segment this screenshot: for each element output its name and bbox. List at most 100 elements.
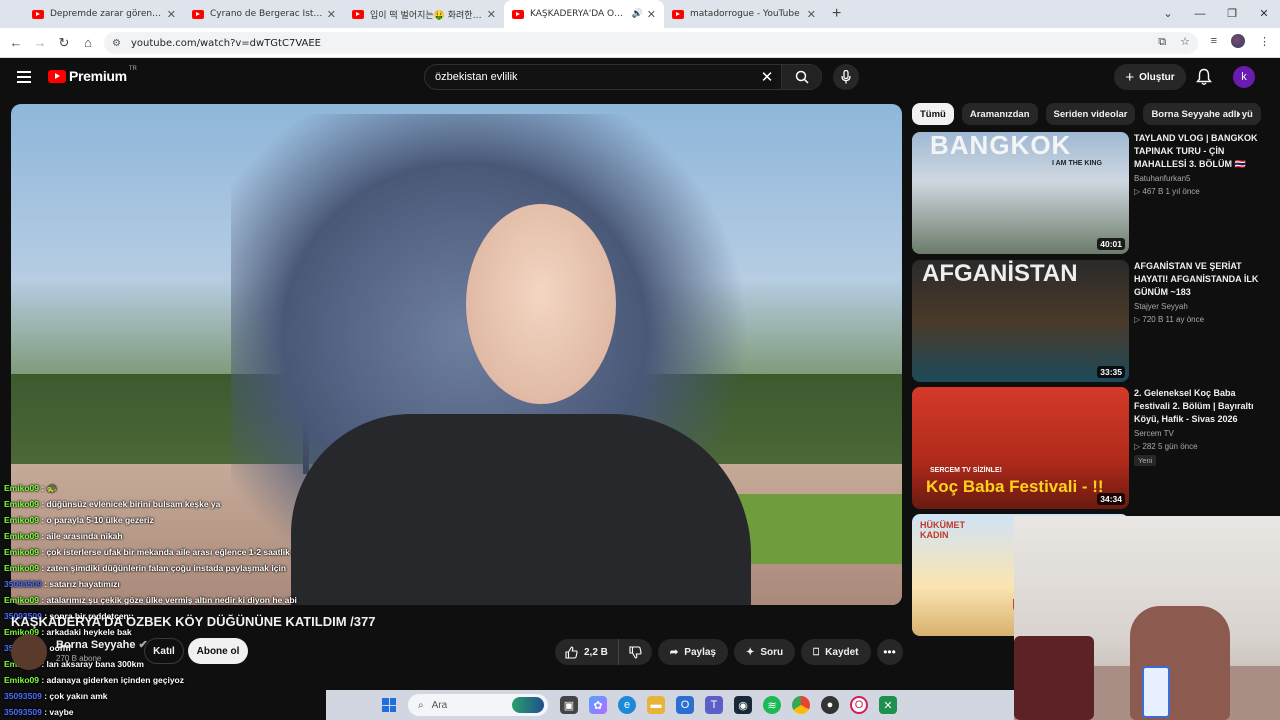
spotify-icon[interactable]: ≋ xyxy=(763,696,781,714)
chat-username: Emiko09 xyxy=(4,547,39,557)
reload-icon[interactable]: ↻ xyxy=(52,35,76,51)
chat-username: Emiko09 xyxy=(4,499,39,509)
minimize-button[interactable]: — xyxy=(1184,0,1216,28)
recommended-video-meta: ▷ 720 B 11 ay önce xyxy=(1134,315,1205,324)
bookmark-star-icon[interactable]: ☆ xyxy=(1180,35,1190,49)
recommended-video-title[interactable]: TAYLAND VLOG | BANGKOK TAPINAK TURU - Çİ… xyxy=(1134,132,1264,171)
maximize-button[interactable]: ❐ xyxy=(1216,0,1248,28)
opera-icon[interactable]: O xyxy=(850,696,868,714)
filter-chip[interactable]: Borna Seyyahe adlı yü xyxy=(1143,103,1261,125)
taskbar-search[interactable]: ⌕ Ara xyxy=(408,694,548,716)
account-avatar[interactable]: k xyxy=(1233,66,1255,88)
youtube-header: Premium TR özbekistan evlilik ✕ + Oluştu… xyxy=(0,58,1280,98)
tab-close-icon[interactable]: ✕ xyxy=(327,8,336,21)
tab-close-icon[interactable]: ✕ xyxy=(487,8,496,21)
subscribe-button[interactable]: Abone ol xyxy=(188,638,248,664)
video-thumbnail[interactable]: BANGKOK I AM THE KING 40:01 xyxy=(912,132,1129,254)
voice-search-button[interactable] xyxy=(833,64,859,90)
windows-start-icon[interactable] xyxy=(382,698,396,712)
chevron-right-icon[interactable]: › xyxy=(1236,105,1241,121)
browser-tab[interactable]: Cyrano de Bergerac İstemem El... ✕ xyxy=(184,0,344,28)
tab-audio-icon[interactable]: 🔊 xyxy=(632,9,643,19)
edge-icon[interactable]: e xyxy=(618,696,636,714)
share-button[interactable]: ➦ Paylaş xyxy=(657,639,728,665)
menu-icon[interactable] xyxy=(17,71,31,87)
dislike-button[interactable] xyxy=(619,639,652,665)
window-controls: ⌄ — ❐ ✕ xyxy=(1152,0,1280,28)
recommended-video-title[interactable]: 2. Geleneksel Koç Baba Festivali 2. Bölü… xyxy=(1134,387,1264,426)
filter-chip[interactable]: Aramanızdan xyxy=(961,103,1038,125)
video-thumbnail[interactable]: Koç Baba Festivali - !! SERCEM TV SİZİNLE… xyxy=(912,387,1129,509)
copilot-icon[interactable]: ✿ xyxy=(589,696,607,714)
recommended-channel-name[interactable]: Sercem TV xyxy=(1134,429,1174,438)
app-icon[interactable]: ● xyxy=(821,696,839,714)
browser-tab[interactable]: matadorrogue - YouTube ✕ xyxy=(664,0,824,28)
browser-tab[interactable]: 입이 떡 벌어지는🤑 화려한 기... ✕ xyxy=(344,0,504,28)
file-explorer-icon[interactable]: ▬ xyxy=(647,696,665,714)
join-button[interactable]: Katıl xyxy=(144,638,184,664)
search-highlight-icon xyxy=(512,697,544,713)
recommended-video[interactable]: AFGANİSTAN 33:35 AFGANİSTAN VE ŞERİAT HAYA… xyxy=(912,260,1272,382)
search-button[interactable] xyxy=(781,65,821,89)
notifications-bell-icon[interactable] xyxy=(1196,68,1212,91)
chat-username: Emiko09 xyxy=(4,563,39,573)
tab-close-icon[interactable]: ✕ xyxy=(167,8,176,21)
ask-button[interactable]: ✦ Soru xyxy=(734,639,796,665)
browser-tab[interactable]: KAŞKADERYA'DA ÖZBEK KÖ🔊 ✕ xyxy=(504,0,664,28)
install-icon[interactable]: ⧉ xyxy=(1158,35,1166,49)
video-thumbnail[interactable]: AFGANİSTAN 33:35 xyxy=(912,260,1129,382)
like-count: 2,2 B xyxy=(584,646,608,658)
recommended-video-title[interactable]: AFGANİSTAN VE ŞERİAT HAYATI! AFGANİSTAND… xyxy=(1134,260,1264,299)
home-icon[interactable]: ⌂ xyxy=(76,35,100,50)
new-tab-button[interactable]: + xyxy=(832,5,841,23)
recommended-channel-name[interactable]: Batuhanfurkan5 xyxy=(1134,174,1191,183)
subscriber-count: 270 B abone xyxy=(56,654,102,663)
chat-text: : çok yakın amk xyxy=(44,691,108,701)
chrome-icon[interactable] xyxy=(792,696,810,714)
logo-text: Premium xyxy=(69,68,127,84)
tab-close-icon[interactable]: ✕ xyxy=(807,8,816,21)
browser-tab[interactable]: Depremde zarar gören okulun ... ✕ xyxy=(24,0,184,28)
browser-menu-icon[interactable]: ⋮ xyxy=(1259,35,1270,48)
chat-text: : adanaya giderken içinden geçiyoz xyxy=(41,675,185,685)
thumbnail-subtext: SERCEM TV SİZİNLE! xyxy=(930,467,1002,474)
chat-message: Emiko09 : atalarımız şu çekik göze ülke … xyxy=(0,592,330,608)
recommended-channel-name[interactable]: Stajyer Seyyah xyxy=(1134,302,1188,311)
site-info-icon[interactable]: ⚙ xyxy=(112,38,121,49)
search-input[interactable]: özbekistan evlilik xyxy=(425,71,753,83)
profile-avatar[interactable] xyxy=(1231,34,1245,48)
video-duration: 33:35 xyxy=(1097,366,1125,378)
more-actions-icon[interactable]: ••• xyxy=(876,639,903,665)
task-view-icon[interactable]: ▣ xyxy=(560,696,578,714)
chat-text: : satarız hayatımızı xyxy=(44,579,120,589)
tab-search-icon[interactable]: ⌄ xyxy=(1152,0,1184,28)
like-dislike-group: 2,2 B xyxy=(555,639,652,665)
recommended-video[interactable]: BANGKOK I AM THE KING 40:01 TAYLAND VLOG | … xyxy=(912,132,1272,254)
channel-avatar[interactable] xyxy=(11,634,47,670)
address-bar-row: ← → ↻ ⌂ ⚙ youtube.com/watch?v=dwTGtC7VAE… xyxy=(0,28,1280,58)
xbox-icon[interactable]: ✕ xyxy=(879,696,897,714)
tab-close-icon[interactable]: ✕ xyxy=(647,8,656,21)
chat-text: : çok isterlerse ufak bir mekanda aile a… xyxy=(41,547,290,557)
clear-search-icon[interactable]: ✕ xyxy=(753,68,781,86)
search-icon: ⌕ xyxy=(418,699,424,711)
close-window-button[interactable]: ✕ xyxy=(1248,0,1280,28)
search-icon xyxy=(795,70,809,84)
steam-icon[interactable]: ◉ xyxy=(734,696,752,714)
filter-chip[interactable]: Tümü xyxy=(912,103,954,125)
recommended-video[interactable]: Koç Baba Festivali - !! SERCEM TV SİZİNLE… xyxy=(912,387,1272,509)
teams-icon[interactable]: T xyxy=(705,696,723,714)
back-icon[interactable]: ← xyxy=(4,35,28,50)
youtube-logo[interactable]: Premium TR xyxy=(48,66,137,84)
create-button[interactable]: + Oluştur xyxy=(1114,64,1186,90)
chat-message: Emiko09 : zaten şimdiki düğünlerin falan… xyxy=(0,560,330,576)
media-control-icon[interactable]: ≡ xyxy=(1211,35,1217,47)
outlook-icon[interactable]: O xyxy=(676,696,694,714)
url-field[interactable]: ⚙ youtube.com/watch?v=dwTGtC7VAEE ⧉ ☆ xyxy=(104,32,1198,54)
like-button[interactable]: 2,2 B xyxy=(555,639,619,665)
channel-name[interactable]: Borna Seyyahe ✔ xyxy=(56,638,148,651)
forward-icon[interactable]: → xyxy=(28,35,52,50)
save-button[interactable]: ⎕ Kaydet xyxy=(801,639,871,665)
filter-chip[interactable]: Seriden videolar xyxy=(1045,103,1136,125)
recommended-video-meta: ▷ 282 5 gün önce xyxy=(1134,442,1198,451)
